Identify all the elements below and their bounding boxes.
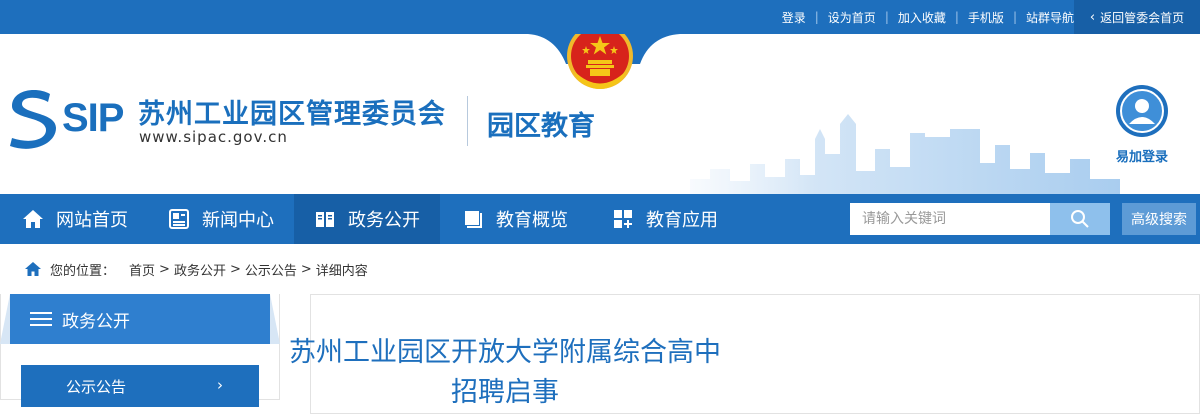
search-button[interactable] [1050,203,1110,235]
nav-item-label: 教育概览 [496,210,568,231]
breadcrumb-separator: > [229,261,241,277]
easy-login-button[interactable]: 易加登录 [1112,84,1172,165]
advanced-search-button[interactable]: 高级搜索 [1122,203,1196,235]
header-divider [467,96,468,146]
top-links: 登录 | 设为首页 | 加入收藏 | 手机版 | 站群导航 [782,0,1074,34]
top-link-site-nav[interactable]: 站群导航 [1026,9,1074,26]
national-emblem-icon [567,34,633,89]
main-nav: 网站首页 新闻中心 政务公开 教育概览 教育应用 请输入关键词 高级搜索 [0,194,1200,244]
home-icon [23,210,43,228]
top-link-mobile[interactable]: 手机版 [968,9,1004,26]
logo-text: SIP [62,95,124,140]
breadcrumb-current: 详细内容 [315,263,368,279]
nav-item-news[interactable]: 新闻中心 [150,194,294,244]
divider: | [1012,10,1017,24]
divider: | [814,10,819,24]
breadcrumb-separator: > [159,261,170,277]
divider: | [884,10,889,24]
breadcrumb: 您的位置： 首页 > 政务公开 > 公示公告 > 详细内容 [24,258,368,280]
article-title-line-1: 苏州工业园区开放大学附属综合高中 [289,337,721,368]
menu-icon [30,312,52,326]
nav-item-label: 政务公开 [348,210,420,231]
easy-login-label: 易加登录 [1115,150,1168,165]
user-avatar-icon [1116,85,1168,137]
city-skyline-illustration [650,114,1120,194]
breadcrumb-item[interactable]: 公示公告 [245,260,297,279]
sidebar-heading-label: 政务公开 [62,311,130,332]
news-icon [169,209,189,229]
breadcrumb-item[interactable]: 政务公开 [174,260,226,279]
sip-logo-icon [10,90,56,149]
breadcrumb-item[interactable]: 首页 [129,260,155,279]
section-name: 园区教育 [487,111,595,142]
back-home-label: 返回管委会首页 [1100,10,1185,25]
overview-icon [465,211,482,228]
search-icon [1071,210,1089,228]
nav-item-label: 网站首页 [56,210,128,231]
top-link-login[interactable]: 登录 [782,9,806,26]
book-icon [316,212,334,227]
back-to-main-site-button[interactable]: ‹ 返回管委会首页 [1074,0,1200,34]
nav-item-edu-apps[interactable]: 教育应用 [588,194,738,244]
home-icon [25,262,41,276]
breadcrumb-label: 您的位置： [50,263,116,279]
chevron-left-icon: ‹ [1089,9,1096,25]
nav-item-home[interactable]: 网站首页 [0,194,150,244]
divider: | [954,10,959,24]
top-link-bookmark[interactable]: 加入收藏 [898,9,946,26]
article-title-line-2: 招聘启事 [451,377,559,408]
org-url: www.sipac.gov.cn [139,128,288,146]
nav-item-label: 教育应用 [646,210,718,231]
nav-item-edu-overview[interactable]: 教育概览 [440,194,588,244]
top-link-set-homepage[interactable]: 设为首页 [828,9,876,26]
nav-item-label: 新闻中心 [202,210,274,231]
top-bar: 登录 | 设为首页 | 加入收藏 | 手机版 | 站群导航 ‹ 返回管委会首页 [0,0,1200,34]
site-header: SIP 苏州工业园区管理委员会 www.sipac.gov.cn 园区教育 易加… [0,34,1200,194]
apps-icon [614,210,632,228]
org-name: 苏州工业园区管理委员会 [138,99,446,130]
search-input[interactable] [850,203,1050,235]
nav-item-gov-affairs[interactable]: 政务公开 [294,194,440,244]
site-logo[interactable]: SIP [6,86,124,150]
breadcrumb-separator: > [300,261,312,277]
